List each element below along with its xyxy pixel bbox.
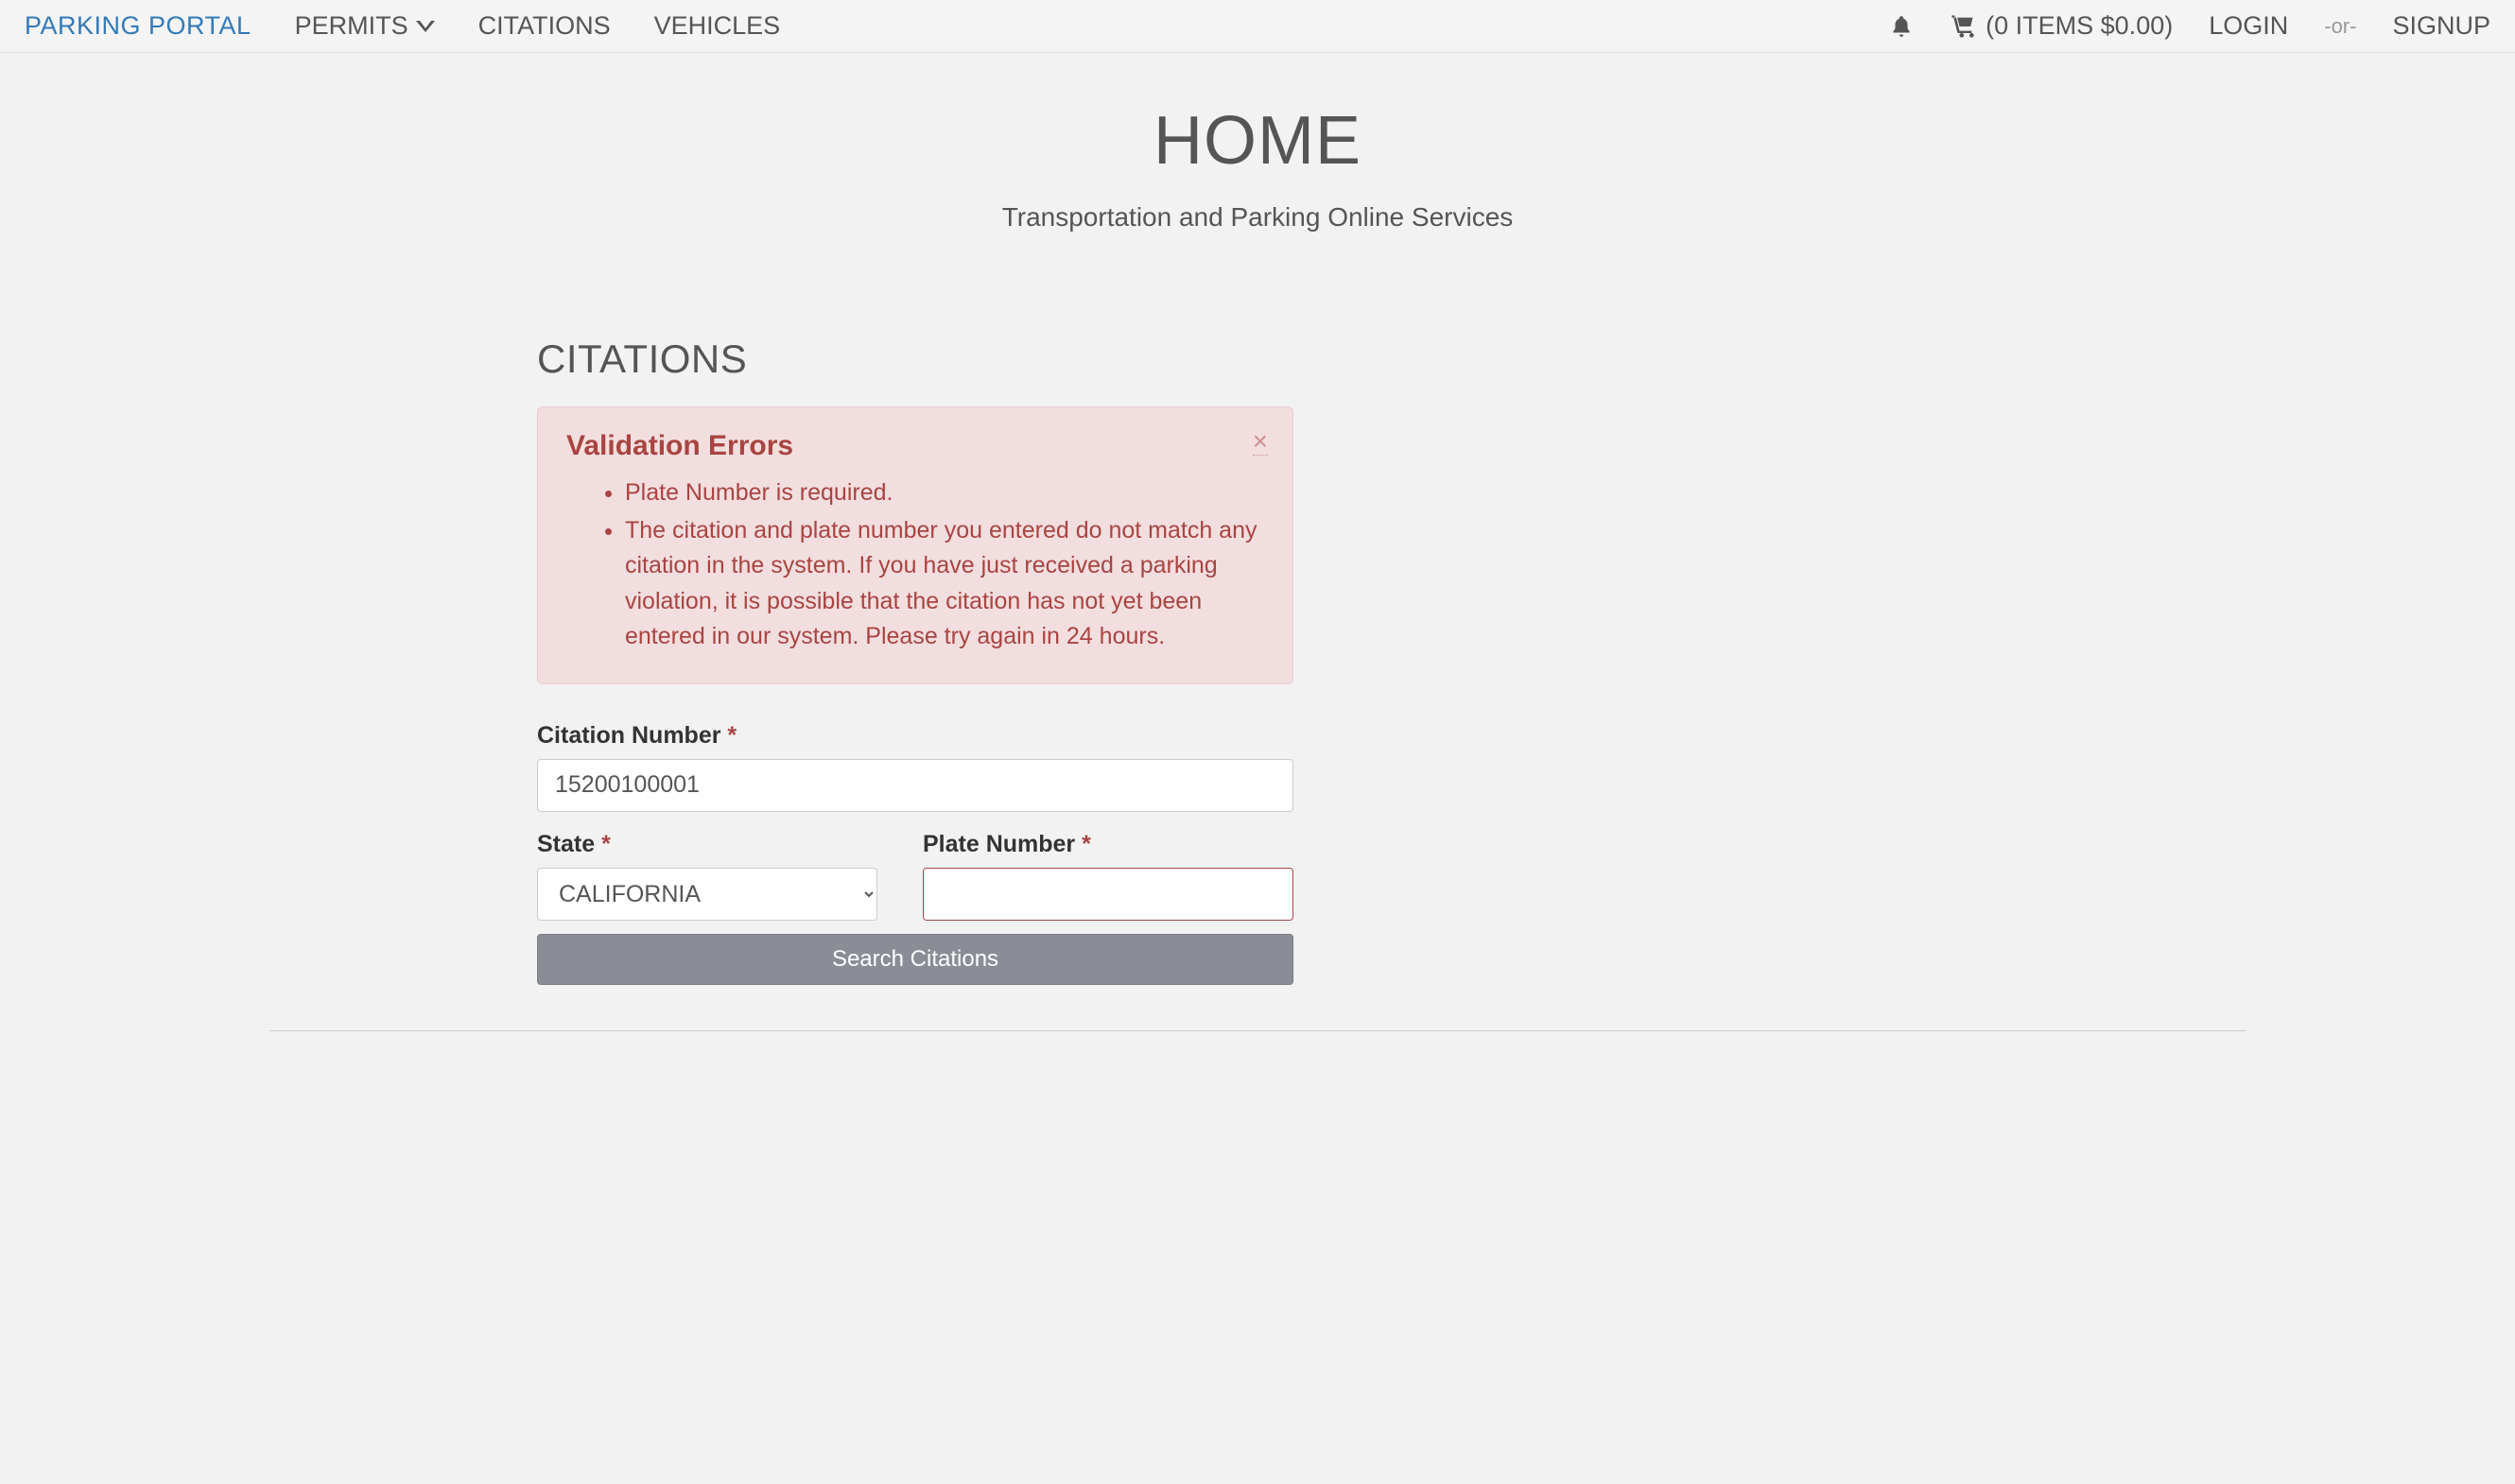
navbar-left: PARKING PORTAL PERMITS CITATIONS VEHICLE… [25, 11, 780, 41]
close-icon[interactable]: × [1253, 428, 1268, 456]
chevron-down-icon [416, 21, 435, 32]
state-plate-row: State * CALIFORNIA Plate Number * [537, 831, 1293, 921]
validation-alert: × Validation Errors Plate Number is requ… [537, 406, 1293, 684]
cart-text: (0 ITEMS $0.00) [1986, 11, 2173, 41]
top-navbar: PARKING PORTAL PERMITS CITATIONS VEHICLE… [0, 0, 2515, 53]
required-mark: * [727, 722, 737, 749]
bell-icon[interactable] [1889, 12, 1914, 41]
alert-error-item: Plate Number is required. [625, 475, 1264, 511]
login-link[interactable]: LOGIN [2209, 11, 2288, 41]
citation-number-group: Citation Number * [537, 722, 1293, 812]
nav-vehicles[interactable]: VEHICLES [654, 11, 781, 41]
plate-number-input[interactable] [923, 868, 1293, 921]
state-select[interactable]: CALIFORNIA [537, 868, 877, 921]
plate-number-group: Plate Number * [923, 831, 1293, 921]
citation-number-input[interactable] [537, 759, 1293, 812]
state-label: State * [537, 831, 877, 858]
or-text: -or- [2324, 14, 2356, 39]
nav-permits-label: PERMITS [295, 11, 408, 41]
plate-number-label: Plate Number * [923, 831, 1293, 858]
alert-error-item: The citation and plate number you entere… [625, 513, 1264, 655]
page-header: HOME Transportation and Parking Online S… [454, 102, 2061, 233]
nav-permits[interactable]: PERMITS [295, 11, 435, 41]
signup-link[interactable]: SIGNUP [2392, 11, 2490, 41]
plate-number-label-text: Plate Number [923, 831, 1075, 857]
citations-heading: CITATIONS [537, 336, 1293, 382]
alert-title: Validation Errors [566, 430, 1264, 462]
required-mark: * [1082, 831, 1091, 857]
cart-icon [1950, 13, 1976, 40]
main-container: HOME Transportation and Parking Online S… [416, 53, 2099, 985]
state-group: State * CALIFORNIA [537, 831, 877, 921]
nav-citations[interactable]: CITATIONS [478, 11, 611, 41]
state-label-text: State [537, 831, 595, 857]
divider [269, 1030, 2246, 1031]
page-subtitle: Transportation and Parking Online Servic… [454, 202, 2061, 233]
search-citations-button[interactable]: Search Citations [537, 934, 1293, 985]
citation-number-label: Citation Number * [537, 722, 1293, 750]
required-mark: * [601, 831, 611, 857]
cart-link[interactable]: (0 ITEMS $0.00) [1950, 11, 2173, 41]
navbar-right: (0 ITEMS $0.00) LOGIN -or- SIGNUP [1889, 11, 2490, 41]
alert-error-list: Plate Number is required. The citation a… [566, 475, 1264, 655]
page-title: HOME [454, 102, 2061, 180]
citations-section: CITATIONS × Validation Errors Plate Numb… [537, 336, 1293, 985]
citation-number-label-text: Citation Number [537, 722, 720, 749]
brand-link[interactable]: PARKING PORTAL [25, 11, 252, 41]
